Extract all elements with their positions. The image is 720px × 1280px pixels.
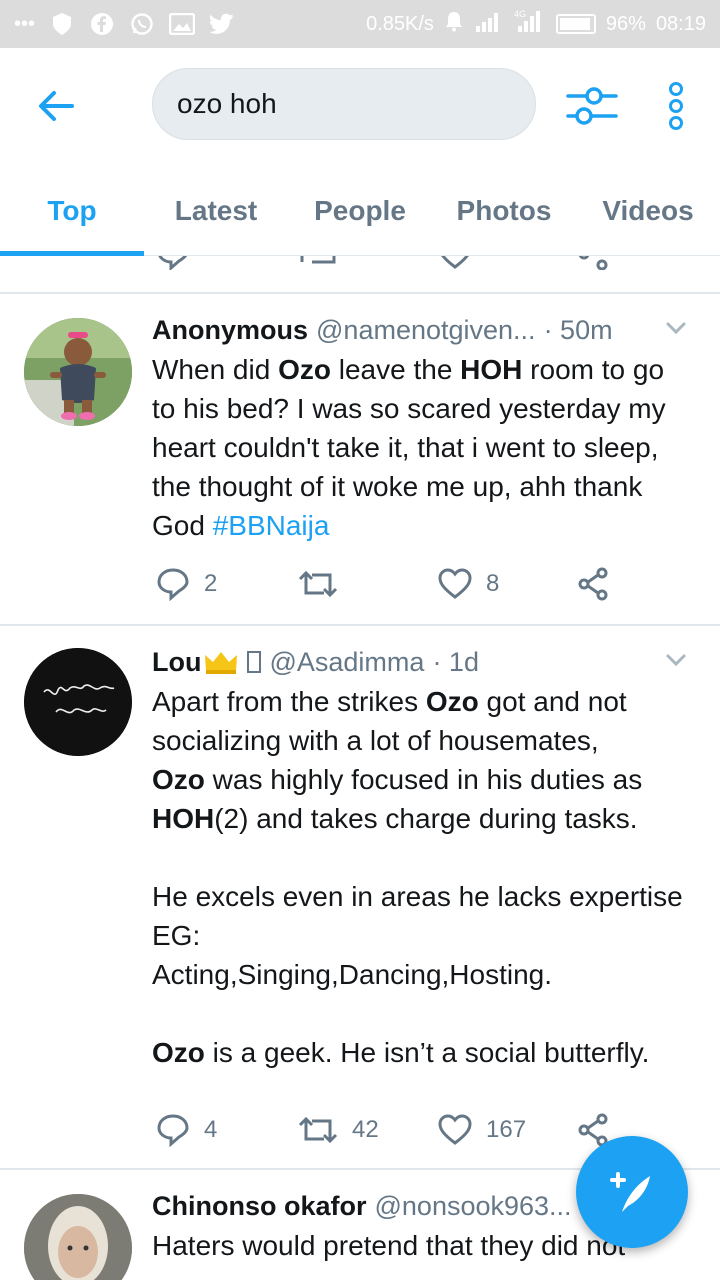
text-part: Apart from the strikes (152, 686, 426, 717)
alarm-icon (444, 10, 464, 38)
text-highlight: HOH (152, 803, 215, 834)
text-highlight: Ozo (425, 686, 479, 717)
reply-button[interactable]: 2 (156, 564, 217, 604)
avatar[interactable] (24, 1194, 132, 1280)
compose-icon (610, 1172, 650, 1212)
reply-count: 4 (204, 1116, 218, 1143)
author-handle[interactable]: @Asadimma (269, 647, 424, 678)
avatar[interactable] (24, 648, 132, 756)
reply-icon (157, 568, 189, 601)
facebook-icon (89, 11, 115, 37)
signal-4g-icon: 4G (514, 8, 546, 40)
author-handle[interactable]: @nonsook963... (375, 1191, 572, 1222)
text-part: is a geek. He isn’t a social butterfly. (204, 1037, 650, 1068)
shield-icon (49, 11, 75, 37)
chevron-down-icon[interactable] (664, 316, 688, 340)
search-header: ozo hoh (0, 48, 720, 166)
retweet-icon (298, 1116, 338, 1144)
avatar[interactable] (24, 318, 132, 426)
signal-icon (474, 10, 504, 38)
text-part: was highly focused in his duties as (212, 764, 643, 795)
tab-photos[interactable]: Photos (432, 166, 576, 255)
retweet-count: 42 (352, 1116, 379, 1143)
tweet-content: Anonymous @namenotgiven... · 50m When di… (152, 310, 692, 545)
network-speed: 0.85K/s (366, 12, 434, 35)
text-part: leave the (330, 354, 461, 385)
like-count: 8 (486, 570, 500, 597)
reply-icon (157, 1114, 189, 1147)
status-notifications: ••• (14, 11, 235, 37)
tab-people[interactable]: People (288, 166, 432, 255)
tweet-actions: 4 42 167 (152, 1110, 672, 1150)
retweet-button[interactable]: 42 (298, 1110, 379, 1150)
battery-level: 96% (605, 12, 646, 35)
reply-button[interactable]: 4 (156, 1110, 217, 1150)
text-part: (2) and takes charge during tasks. He ex… (152, 803, 683, 990)
filter-icon (566, 87, 618, 125)
retweet-icon (300, 256, 336, 264)
like-count: 167 (486, 1116, 527, 1143)
reply-icon (158, 256, 188, 270)
share-icon (578, 567, 608, 601)
like-icon (441, 256, 469, 269)
text-highlight: Ozo (152, 764, 205, 795)
more-notifications-icon: ••• (14, 12, 36, 35)
battery-icon (555, 14, 596, 34)
tweet-header: Lou @Asadimma · 1d (152, 642, 692, 682)
retweet-icon (298, 570, 338, 598)
tab-videos[interactable]: Videos (576, 166, 720, 255)
text-part: When did (152, 354, 279, 385)
search-query: ozo hoh (177, 88, 277, 119)
tab-top[interactable]: Top (0, 166, 144, 256)
like-icon (438, 568, 472, 599)
tweet-text: When did Ozo leave the HOH room to go to… (152, 350, 692, 545)
more-options-button[interactable] (658, 78, 694, 134)
gallery-icon (169, 11, 196, 37)
tweet[interactable]: Anonymous @namenotgiven... · 50m When di… (0, 294, 720, 624)
like-button[interactable]: 8 (438, 564, 499, 604)
more-dot (669, 99, 683, 113)
tweet-content: Lou @Asadimma · 1d Apart from the strike… (152, 642, 692, 1072)
tweet-time: · 50m (543, 314, 613, 345)
search-filter-button[interactable] (566, 82, 618, 130)
tweet[interactable]: Lou @Asadimma · 1d Apart from the strike… (0, 626, 720, 1168)
reply-count: 2 (204, 570, 218, 597)
share-icon (578, 256, 608, 270)
tab-latest[interactable]: Latest (144, 166, 288, 255)
search-input[interactable]: ozo hoh (152, 68, 536, 140)
author-handle[interactable]: @namenotgiven... (316, 315, 536, 346)
back-button[interactable] (30, 80, 82, 132)
author-name[interactable]: Chinonso okafor (152, 1191, 367, 1222)
author-name[interactable]: Anonymous (152, 315, 308, 346)
text-highlight: Ozo (152, 1037, 205, 1068)
status-system: 0.85K/s 4G 96% 08:19 (366, 8, 706, 40)
tweet-header: Anonymous @namenotgiven... · 50m (152, 310, 692, 350)
whatsapp-icon (129, 11, 155, 37)
clock: 08:19 (655, 12, 706, 35)
emoji-placeholder-icon (247, 651, 262, 673)
svg-text:4G: 4G (514, 9, 526, 19)
hashtag-link[interactable]: #BBNaija (213, 510, 330, 541)
like-icon (438, 1114, 472, 1145)
tweet-time: · 1d (432, 646, 479, 677)
status-bar: ••• 0.85K/s 4G 96% 08:19 (0, 0, 720, 48)
chevron-down-icon[interactable] (664, 648, 688, 672)
like-button[interactable]: 167 (438, 1110, 526, 1150)
search-tabs: Top Latest People Photos Videos (0, 166, 720, 256)
more-dot (669, 116, 683, 130)
text-highlight: Ozo (278, 354, 331, 385)
share-button[interactable] (578, 564, 610, 604)
previous-tweet-actions (152, 256, 672, 278)
search-results-feed[interactable]: Anonymous @namenotgiven... · 50m When di… (0, 256, 720, 1280)
author-name[interactable]: Lou (152, 647, 201, 678)
crown-icon (205, 652, 238, 674)
retweet-button[interactable] (298, 564, 352, 604)
tweet-actions: 2 8 (152, 564, 672, 604)
tweet-text: Apart from the strikes Ozo got and not s… (152, 682, 692, 1072)
twitter-icon (209, 11, 235, 37)
compose-tweet-button[interactable] (576, 1136, 688, 1248)
text-highlight: HOH (460, 354, 523, 385)
more-vertical-icon (669, 82, 683, 96)
back-arrow-icon (39, 91, 74, 121)
